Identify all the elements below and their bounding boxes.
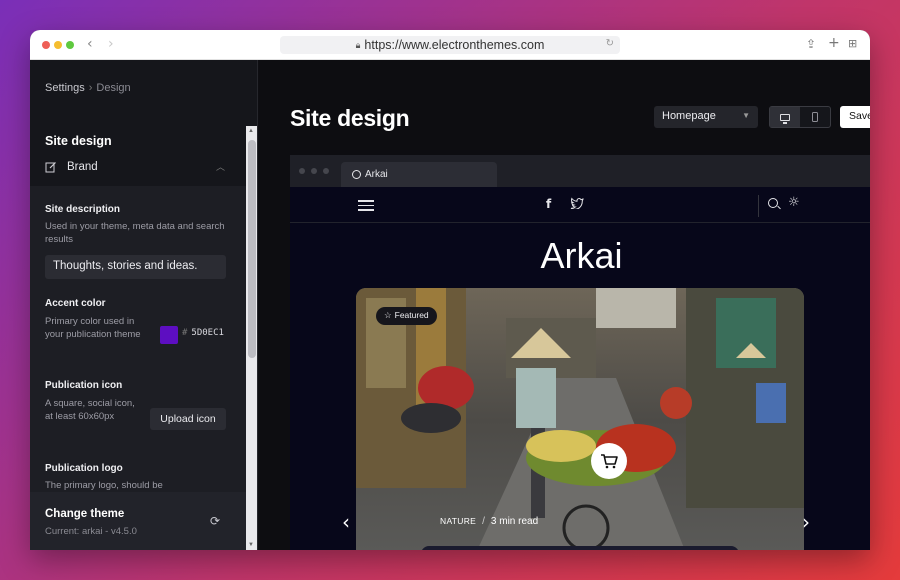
preview-window-dot <box>311 168 317 174</box>
preview-browser-chrome: Arkai <box>290 155 870 187</box>
street-market-photo <box>356 288 804 550</box>
accent-color-hex-input[interactable]: #5D0EC1 <box>182 328 224 338</box>
featured-post-image: ☆ Featured NATURE / 3 min read <box>356 288 804 550</box>
desktop-preview-button[interactable] <box>770 107 800 127</box>
site-description-input[interactable]: Thoughts, stories and ideas. <box>45 255 226 279</box>
publication-logo-help: The primary logo, should be <box>45 480 163 491</box>
publication-icon-title: Publication icon <box>45 380 123 391</box>
share-icon[interactable]: ⇪ <box>806 37 816 51</box>
sun-icon: ☼ <box>788 195 800 210</box>
edit-icon <box>45 162 56 173</box>
post-meta: NATURE / 3 min read <box>440 516 538 527</box>
mobile-icon <box>812 112 818 122</box>
cart-button[interactable] <box>591 443 627 479</box>
breadcrumb-separator-icon: › <box>88 82 93 94</box>
address-bar[interactable]: 🔒︎ https://www.electronthemes.com ↻ <box>280 36 620 54</box>
save-button[interactable]: Save <box>840 106 870 128</box>
preview-site-nav: f ☼ <box>290 187 870 223</box>
preview-site-title: Arkai <box>540 235 623 276</box>
featured-label: Featured <box>394 310 429 320</box>
scroll-down-icon[interactable]: ▼ <box>248 542 254 548</box>
chevron-up-icon[interactable]: ︿ <box>216 160 225 173</box>
device-toggle <box>769 106 831 128</box>
desktop-icon <box>780 113 790 124</box>
sidebar-section-title: Site design <box>45 134 112 148</box>
minimize-window-button[interactable] <box>54 41 62 49</box>
accent-color-value: 5D0EC1 <box>191 328 224 338</box>
hash-prefix: # <box>182 328 188 338</box>
brand-accordion-header[interactable]: Brand ︿ <box>45 160 225 178</box>
preview-window-dot <box>323 168 329 174</box>
star-icon: ☆ <box>384 311 392 321</box>
refresh-icon[interactable]: ⟳ <box>210 514 220 528</box>
post-tag[interactable]: NATURE <box>440 516 476 526</box>
post-card-edge <box>421 546 739 550</box>
browser-window: ‹ › 🔒︎ https://www.electronthemes.com ↻ … <box>30 30 870 550</box>
publication-icon-help: A square, social icon, at least 60x60px <box>45 398 135 422</box>
reload-icon[interactable]: ↻ <box>606 38 614 49</box>
preview-tab-title: Arkai <box>365 169 388 180</box>
meta-separator: / <box>482 516 485 527</box>
url-text: https://www.electronthemes.com <box>364 38 545 52</box>
accent-color-help: Primary color used in your publication t… <box>45 316 141 340</box>
chevron-down-icon: ▼ <box>742 111 750 120</box>
site-description-help: Used in your theme, meta data and search… <box>45 221 225 245</box>
maximize-window-button[interactable] <box>66 41 74 49</box>
site-preview: Arkai f ☼ Arkai ☆ Featured NATURE / 3 mi… <box>290 155 870 550</box>
publication-logo-title: Publication logo <box>45 463 123 474</box>
read-time: 3 min read <box>490 516 539 527</box>
lock-icon: 🔒︎ <box>355 39 361 50</box>
site-favicon-icon <box>352 170 361 179</box>
page-title: Site design <box>290 105 410 131</box>
upload-icon-button[interactable]: Upload icon <box>150 408 226 430</box>
facebook-icon: f <box>546 197 552 211</box>
design-main: Site design Homepage ▼ Save Arkai <box>259 60 870 550</box>
browser-toolbar: ‹ › 🔒︎ https://www.electronthemes.com ↻ … <box>30 30 870 60</box>
featured-badge: ☆ Featured <box>376 307 437 325</box>
shopping-cart-icon <box>601 454 618 469</box>
twitter-icon <box>570 197 584 209</box>
preview-window-dot <box>299 168 305 174</box>
carousel-next-icon[interactable]: › <box>802 510 810 534</box>
preview-page-select[interactable]: Homepage ▼ <box>654 106 758 128</box>
change-theme-title: Change theme <box>45 508 125 520</box>
search-icon <box>768 198 778 208</box>
breadcrumb-current: Design <box>96 82 131 94</box>
breadcrumb: Settings › Design <box>45 82 131 94</box>
breadcrumb-settings-link[interactable]: Settings <box>45 82 85 94</box>
accent-color-title: Accent color <box>45 298 106 309</box>
site-description-title: Site description <box>45 204 121 215</box>
current-theme-text: Current: arkai - v4.5.0 <box>45 526 137 537</box>
mobile-preview-button[interactable] <box>800 107 830 127</box>
brand-settings-panel: Site description Used in your theme, met… <box>30 186 246 492</box>
preview-page-value: Homepage <box>662 110 716 122</box>
close-window-button[interactable] <box>42 41 50 49</box>
new-tab-icon[interactable]: + <box>828 35 840 51</box>
brand-label: Brand <box>67 161 98 173</box>
settings-sidebar: Settings › Design Site design Brand ︿ Site… <box>30 60 258 550</box>
accent-color-swatch[interactable] <box>160 326 178 344</box>
carousel-prev-icon[interactable]: ‹ <box>342 510 350 534</box>
scroll-up-icon[interactable]: ▲ <box>248 128 254 134</box>
back-arrow-icon[interactable]: ‹ <box>87 36 93 52</box>
nav-divider <box>758 195 759 217</box>
hamburger-menu-icon <box>358 200 374 211</box>
change-theme-section[interactable]: Change theme Current: arkai - v4.5.0 ⟳ <box>30 492 246 550</box>
forward-arrow-icon[interactable]: › <box>108 36 114 52</box>
sidebar-scrollbar-thumb[interactable] <box>248 140 256 358</box>
tab-overview-icon[interactable]: ⊞ <box>848 37 857 50</box>
preview-tab: Arkai <box>341 162 497 187</box>
